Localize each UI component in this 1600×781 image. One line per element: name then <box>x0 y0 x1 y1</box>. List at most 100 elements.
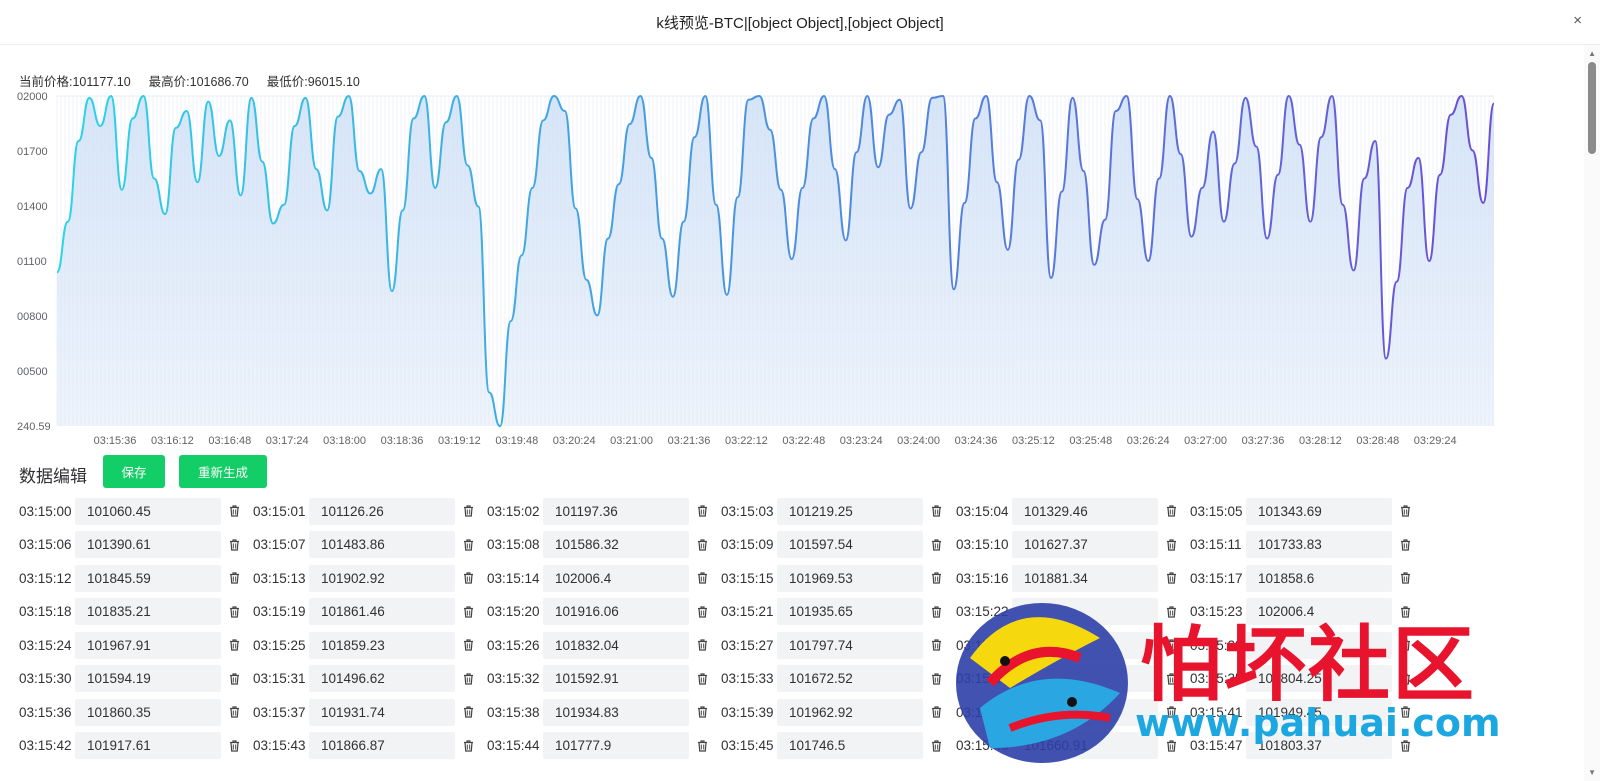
delete-icon[interactable] <box>695 505 709 517</box>
price-input[interactable] <box>1012 497 1158 525</box>
save-button[interactable]: 保存 <box>103 455 165 488</box>
price-input[interactable] <box>309 598 455 625</box>
current-price-label: 当前价格: <box>19 75 73 89</box>
data-cell: 03:15:24 <box>19 631 241 659</box>
price-input[interactable] <box>1012 531 1158 558</box>
price-input[interactable] <box>777 698 923 726</box>
delete-icon[interactable] <box>695 572 709 584</box>
delete-icon[interactable] <box>929 505 943 517</box>
delete-icon[interactable] <box>461 639 475 651</box>
price-input[interactable] <box>543 531 689 558</box>
price-input[interactable] <box>543 598 689 625</box>
delete-icon[interactable] <box>227 739 241 752</box>
price-input[interactable] <box>75 698 221 726</box>
section-title: 数据编辑 <box>19 467 87 486</box>
price-input[interactable] <box>75 564 221 592</box>
delete-icon[interactable] <box>227 538 241 551</box>
price-input[interactable] <box>777 497 923 525</box>
price-input[interactable] <box>309 631 455 659</box>
price-input[interactable] <box>777 732 923 759</box>
price-input[interactable] <box>309 497 455 525</box>
time-label: 03:15:11 <box>1190 537 1242 552</box>
price-input[interactable] <box>75 497 221 525</box>
price-input[interactable] <box>543 698 689 726</box>
data-cell: 03:15:43 <box>253 732 475 760</box>
delete-icon[interactable] <box>227 505 241 517</box>
price-input[interactable] <box>543 665 689 692</box>
delete-icon[interactable] <box>695 739 709 752</box>
delete-icon[interactable] <box>695 538 709 551</box>
high-price-label: 最高价: <box>148 75 190 89</box>
price-input[interactable] <box>75 531 221 558</box>
delete-icon[interactable] <box>1398 572 1412 584</box>
price-input[interactable] <box>543 631 689 659</box>
close-icon[interactable]: × <box>1573 12 1582 29</box>
delete-icon[interactable] <box>695 605 709 618</box>
delete-icon[interactable] <box>695 706 709 718</box>
delete-icon[interactable] <box>929 706 943 718</box>
delete-icon[interactable] <box>227 672 241 685</box>
time-label: 03:15:37 <box>253 704 306 720</box>
price-input[interactable] <box>777 531 923 558</box>
price-input[interactable] <box>777 598 923 625</box>
delete-icon[interactable] <box>227 706 241 718</box>
data-cell: 03:15:39 <box>721 698 943 726</box>
price-input[interactable] <box>75 598 221 625</box>
data-cell: 03:15:19 <box>253 598 475 626</box>
price-input[interactable] <box>1246 497 1392 525</box>
delete-icon[interactable] <box>1164 538 1178 551</box>
x-tick-label: 03:19:48 <box>495 435 538 447</box>
price-input[interactable] <box>75 631 221 659</box>
delete-icon[interactable] <box>1164 505 1178 517</box>
delete-icon[interactable] <box>929 672 943 685</box>
price-input[interactable] <box>1246 531 1392 558</box>
data-cell: 03:15:17 <box>1190 564 1412 592</box>
price-input[interactable] <box>309 564 455 592</box>
delete-icon[interactable] <box>227 639 241 651</box>
delete-icon[interactable] <box>461 505 475 517</box>
delete-icon[interactable] <box>227 605 241 618</box>
price-input[interactable] <box>309 698 455 726</box>
price-input[interactable] <box>1246 564 1392 592</box>
delete-icon[interactable] <box>461 672 475 685</box>
delete-icon[interactable] <box>929 572 943 584</box>
delete-icon[interactable] <box>929 605 943 618</box>
delete-icon[interactable] <box>461 572 475 584</box>
delete-icon[interactable] <box>1164 572 1178 584</box>
price-input[interactable] <box>309 531 455 558</box>
price-input[interactable] <box>75 665 221 692</box>
delete-icon[interactable] <box>929 538 943 551</box>
price-input[interactable] <box>543 497 689 525</box>
price-input[interactable] <box>777 631 923 659</box>
table-row: 03:15:12 03:15:13 03:15:14 03:15:15 03:15:16… <box>19 564 1439 598</box>
price-input[interactable] <box>777 564 923 592</box>
price-input[interactable] <box>777 665 923 692</box>
delete-icon[interactable] <box>227 572 241 584</box>
current-price-value: 101177.10 <box>72 75 131 89</box>
scroll-up-icon[interactable]: ▲ <box>1588 49 1596 58</box>
price-input[interactable] <box>543 564 689 592</box>
regenerate-button[interactable]: 重新生成 <box>179 455 267 488</box>
delete-icon[interactable] <box>1398 538 1412 551</box>
data-cell: 03:15:42 <box>19 732 241 760</box>
price-input[interactable] <box>75 732 221 759</box>
delete-icon[interactable] <box>695 639 709 651</box>
price-input[interactable] <box>309 732 455 759</box>
vertical-scrollbar[interactable] <box>1584 45 1600 781</box>
scroll-down-icon[interactable]: ▼ <box>1588 768 1596 777</box>
delete-icon[interactable] <box>695 672 709 685</box>
delete-icon[interactable] <box>929 639 943 651</box>
delete-icon[interactable] <box>461 706 475 718</box>
delete-icon[interactable] <box>1398 505 1412 517</box>
time-label: 03:15:03 <box>721 503 774 519</box>
price-input[interactable] <box>309 665 455 692</box>
title-bar: k线预览-BTC|[object Object],[object Object]… <box>0 0 1600 45</box>
delete-icon[interactable] <box>929 739 943 752</box>
delete-icon[interactable] <box>461 538 475 551</box>
price-input[interactable] <box>543 732 689 759</box>
scrollbar-thumb[interactable] <box>1588 62 1596 154</box>
delete-icon[interactable] <box>461 739 475 752</box>
price-input[interactable] <box>1012 564 1158 592</box>
delete-icon[interactable] <box>461 605 475 618</box>
x-tick-label: 03:27:00 <box>1184 435 1227 447</box>
